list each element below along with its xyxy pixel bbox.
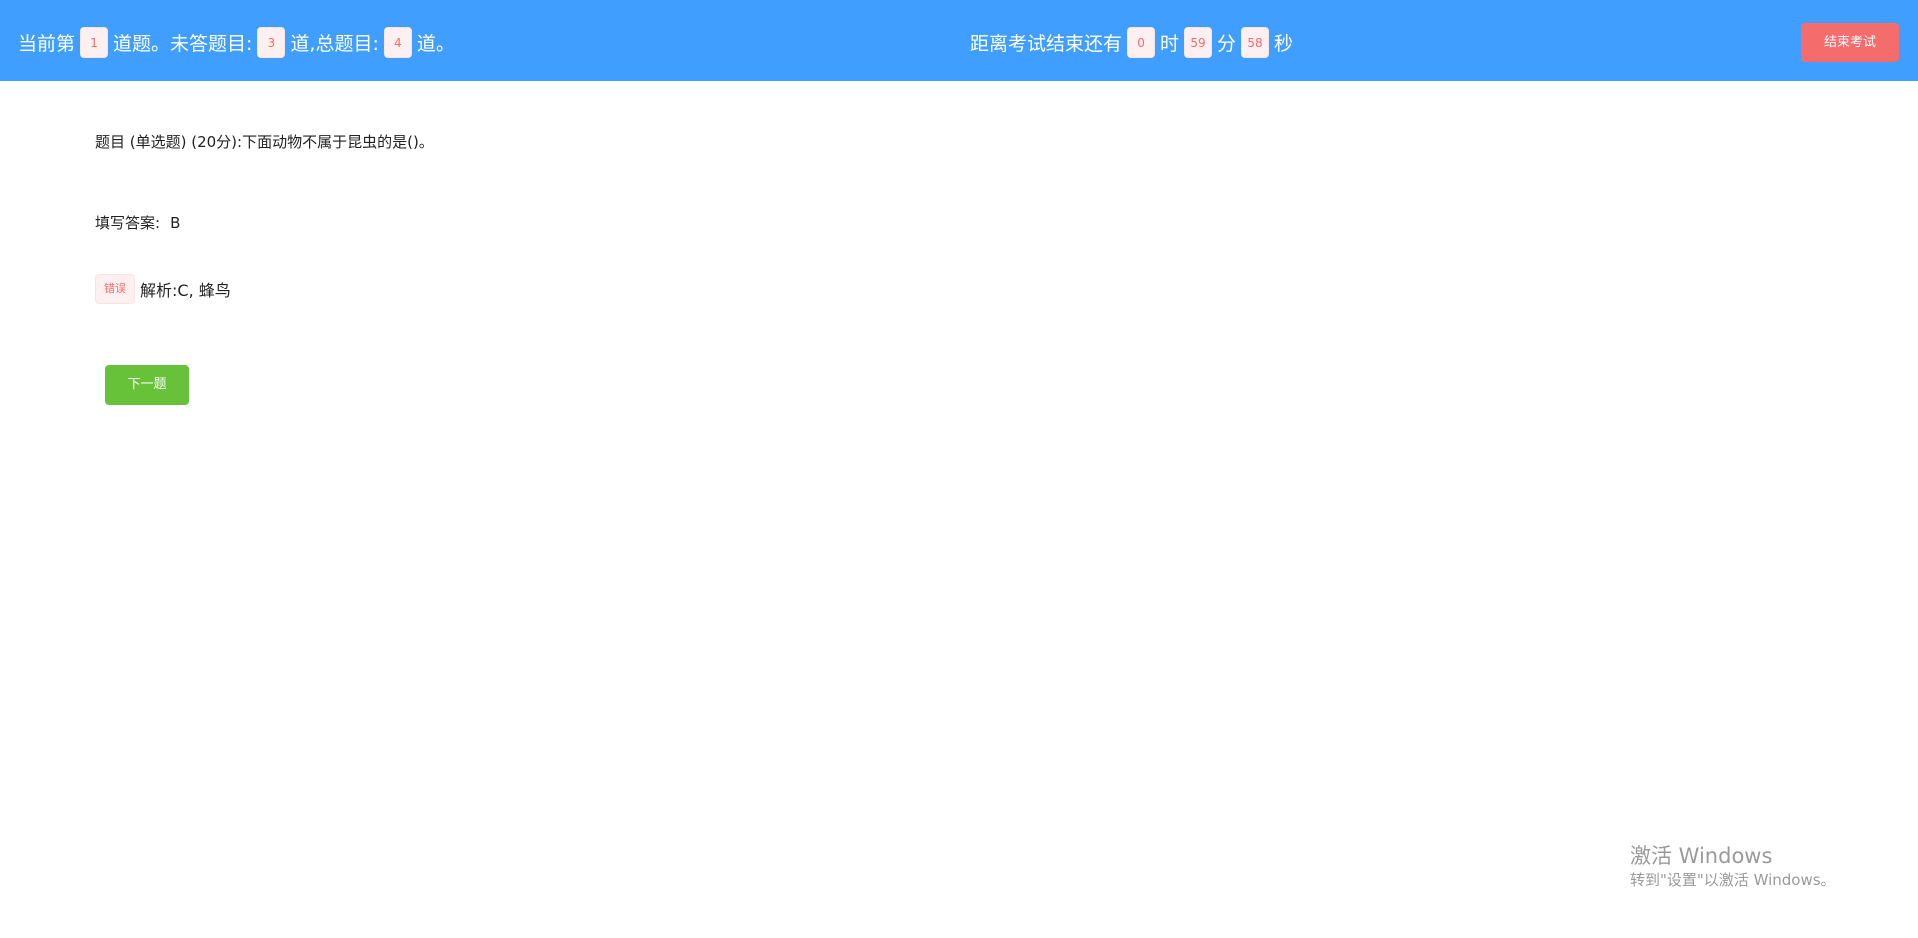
progress-suffix: 道。 bbox=[416, 32, 455, 55]
progress-info: 当前第 1 道题。未答题目: 3 道,总题目: 4 道。 bbox=[18, 0, 455, 84]
timer-seconds: 58 bbox=[1241, 26, 1270, 58]
unanswered-count: 3 bbox=[257, 26, 286, 58]
progress-text-1: 道题。未答题目: bbox=[113, 32, 253, 55]
watermark-subtitle: 转到"设置"以激活 Windows。 bbox=[1630, 871, 1836, 889]
timer-hours-label: 时 bbox=[1160, 32, 1180, 55]
result-row: 错误 解析:C, 蜂鸟 bbox=[95, 274, 231, 304]
current-question-number: 1 bbox=[80, 26, 109, 58]
next-question-button[interactable]: 下一题 bbox=[105, 365, 189, 405]
answer-value: B bbox=[170, 214, 181, 232]
timer-hours: 0 bbox=[1127, 26, 1156, 58]
wrong-tag: 错误 bbox=[95, 274, 135, 304]
progress-prefix: 当前第 bbox=[18, 32, 76, 55]
explanation-text: 解析:C, 蜂鸟 bbox=[140, 281, 231, 300]
timer-prefix: 距离考试结束还有 bbox=[970, 32, 1123, 55]
windows-activation-watermark: 激活 Windows 转到"设置"以激活 Windows。 bbox=[1630, 843, 1836, 891]
answer-label: 填写答案: bbox=[95, 214, 161, 232]
timer-seconds-label: 秒 bbox=[1274, 32, 1294, 55]
total-count: 4 bbox=[383, 26, 412, 58]
exam-header: 当前第 1 道题。未答题目: 3 道,总题目: 4 道。 距离考试结束还有 0 … bbox=[0, 0, 1918, 81]
countdown-timer: 距离考试结束还有 0 时 59 分 58 秒 bbox=[970, 0, 1293, 84]
timer-minutes: 59 bbox=[1184, 26, 1213, 58]
end-exam-button[interactable]: 结束考试 bbox=[1801, 23, 1899, 62]
answer-row: 填写答案: B bbox=[95, 212, 180, 233]
question-text: 题目 (单选题) (20分):下面动物不属于昆虫的是()。 bbox=[95, 133, 434, 151]
timer-minutes-label: 分 bbox=[1217, 32, 1237, 55]
watermark-title: 激活 Windows bbox=[1630, 844, 1773, 868]
progress-text-2: 道,总题目: bbox=[290, 32, 379, 55]
